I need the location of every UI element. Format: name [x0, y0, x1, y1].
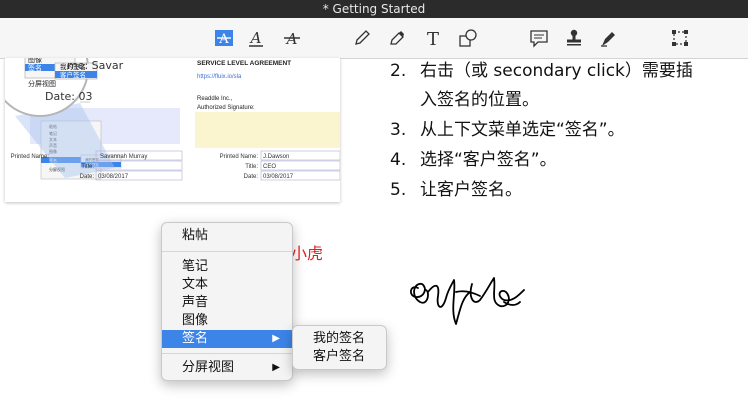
- signature-submenu: 我的签名 客户签名: [292, 325, 387, 370]
- magnified-date-text: Date: 03: [45, 90, 93, 103]
- left-title-label: Title:: [81, 164, 94, 170]
- text-underline-icon[interactable]: A: [244, 26, 268, 50]
- step-text: 入签名的位置。: [420, 90, 539, 110]
- menu-item-text[interactable]: 文本: [162, 276, 292, 294]
- right-title-value: CEO: [263, 164, 276, 170]
- menu-item-paste[interactable]: 粘帖: [162, 227, 292, 245]
- window-title: * Getting Started: [322, 2, 426, 16]
- right-date-label: Date:: [244, 174, 259, 180]
- magnified-name-text: me: Savar: [67, 59, 124, 72]
- submenu-arrow-icon: ▶: [272, 333, 280, 344]
- handwritten-signature: [410, 277, 525, 325]
- text-highlight-icon[interactable]: A: [212, 26, 236, 50]
- svg-text:A: A: [285, 30, 298, 48]
- magnifier-menu-item: 签名: [28, 63, 42, 72]
- svg-text:A: A: [249, 29, 262, 47]
- svg-text:A: A: [218, 32, 229, 47]
- pencil-icon[interactable]: [350, 26, 374, 50]
- menu-item-split-view-label: 分屏视图: [182, 360, 235, 375]
- left-date-label: Date:: [80, 174, 95, 180]
- right-printed-name-label: Printed Name:: [220, 154, 259, 160]
- right-title-label: Title:: [245, 164, 258, 170]
- left-printed-name-value: Savannah Murray: [100, 154, 147, 160]
- menu-item-note[interactable]: 笔记: [162, 258, 292, 276]
- submenu-item-my-signature[interactable]: 我的签名: [293, 330, 386, 348]
- svg-text:T: T: [427, 29, 439, 48]
- shapes-icon[interactable]: [456, 26, 480, 50]
- step-number: 2.: [390, 61, 407, 81]
- stamp-icon[interactable]: [562, 26, 586, 50]
- agreement-heading: SERVICE LEVEL AGREEMENT: [197, 60, 291, 67]
- context-menu: 粘帖 笔记 文本 声音 图像 签名 ▶ 分屏视图 ▶: [161, 222, 293, 381]
- document-preview-image: 粘帖 笔记 文本 声音 图像 签名 分屏视图 我的签名 客户签名 图像 签名 分屏视图…: [5, 58, 340, 202]
- left-date-value: 03/08/2017: [98, 174, 129, 180]
- company-name: Readdle Inc.,: [197, 96, 233, 102]
- note-icon[interactable]: [527, 26, 551, 50]
- text-strikethrough-icon[interactable]: A: [280, 26, 304, 50]
- annotation-toolbar: A A A T: [0, 18, 748, 59]
- left-printed-name-label: Printed Name:: [11, 154, 50, 160]
- menu-separator: [162, 353, 292, 354]
- step-text: 右击（或 secondary click）需要插: [420, 61, 693, 81]
- step-text: 选择“客户签名”。: [420, 150, 557, 170]
- window-title-bar: * Getting Started: [0, 0, 748, 18]
- step-text: 让客户签名。: [420, 180, 522, 200]
- step-number: 5.: [390, 180, 407, 200]
- menu-item-image[interactable]: 图像: [162, 312, 292, 330]
- menu-item-split-view[interactable]: 分屏视图 ▶: [162, 359, 292, 377]
- menu-item-signature-label: 签名: [182, 331, 209, 346]
- submenu-arrow-icon: ▶: [272, 362, 280, 373]
- authorized-signature-label: Authorized Signature:: [197, 105, 255, 111]
- step-number: 4.: [390, 150, 407, 170]
- signature-pen-icon[interactable]: [597, 26, 621, 50]
- eraser-icon[interactable]: [385, 26, 409, 50]
- magnifier-menu-item: 分屏视图: [28, 79, 56, 88]
- submenu-item-customer-signature[interactable]: 客户签名: [293, 348, 386, 366]
- menu-item-audio[interactable]: 声音: [162, 294, 292, 312]
- menu-item-signature[interactable]: 签名 ▶: [162, 330, 292, 348]
- right-printed-name-value: J.Dawson: [263, 154, 289, 160]
- step-number: 3.: [390, 120, 407, 140]
- step-text: 从上下文菜单选定“签名”。: [420, 120, 625, 140]
- menu-separator: [162, 251, 292, 252]
- right-date-value: 03/08/2017: [263, 174, 294, 180]
- selection-icon[interactable]: [668, 26, 692, 50]
- text-tool-icon[interactable]: T: [421, 26, 445, 50]
- agreement-link: https://fluix.io/sla: [197, 74, 242, 80]
